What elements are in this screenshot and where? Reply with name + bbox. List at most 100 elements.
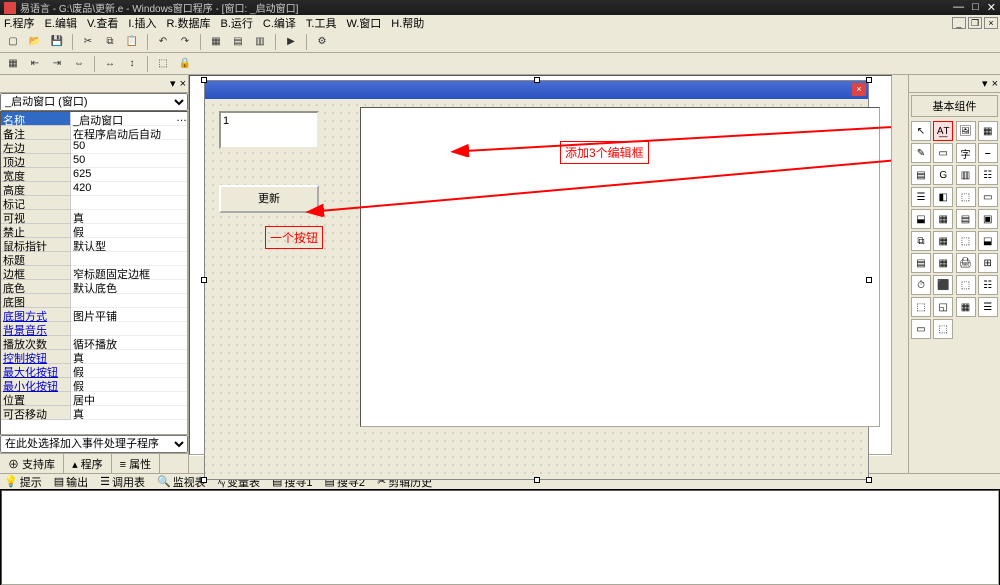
spacing-h-button[interactable]: ↔ xyxy=(101,55,119,73)
btab-hint[interactable]: 💡 提示 xyxy=(4,474,42,490)
palette-item[interactable]: ⬚ xyxy=(956,231,976,251)
palette-item[interactable]: ⬛ xyxy=(933,275,953,295)
palette-item[interactable]: ☰ xyxy=(978,297,998,317)
align-button[interactable]: ▦ xyxy=(4,55,22,73)
palette-item[interactable]: ▭ xyxy=(978,187,998,207)
prop-row[interactable]: 宽度625 xyxy=(1,168,187,182)
align-center-button[interactable]: ⇔ xyxy=(70,55,88,73)
menu-file[interactable]: F.程序 xyxy=(4,15,35,31)
btab-calltable[interactable]: ☰ 调用表 xyxy=(100,474,145,490)
prop-row[interactable]: 底图方式图片平铺 xyxy=(1,308,187,322)
palette-item[interactable]: ▤ xyxy=(956,209,976,229)
run-button[interactable]: ▶ xyxy=(282,33,300,51)
layout-button[interactable]: ▦ xyxy=(207,33,225,51)
btab-output[interactable]: ▤ 输出 xyxy=(54,474,88,490)
palette-item[interactable]: ↖ xyxy=(911,121,931,141)
undo-button[interactable]: ↶ xyxy=(154,33,172,51)
tab-properties[interactable]: ≡ 属性 xyxy=(112,454,160,473)
menu-help[interactable]: H.帮助 xyxy=(391,15,424,31)
tab-program[interactable]: ▴ 程序 xyxy=(64,454,112,473)
prop-row[interactable]: 最小化按钮假 xyxy=(1,378,187,392)
palette-item[interactable]: ⬚ xyxy=(956,275,976,295)
palette-item[interactable]: 字 xyxy=(956,143,976,163)
spacing-v-button[interactable]: ↕ xyxy=(123,55,141,73)
open-button[interactable]: 📂 xyxy=(26,33,44,51)
form-designer[interactable]: × 1 更新 添加3个编辑框 一个按钮 xyxy=(189,75,892,455)
config-button[interactable]: ⚙ xyxy=(313,33,331,51)
palette-item[interactable]: ⊞ xyxy=(978,253,998,273)
palette-item[interactable]: ⎯ xyxy=(978,143,998,163)
palette-item[interactable]: ◱ xyxy=(933,297,953,317)
menu-insert[interactable]: I.插入 xyxy=(128,15,156,31)
align-right-button[interactable]: ⇥ xyxy=(48,55,66,73)
property-grid[interactable]: 名称_启动窗口 …备注在程序启动后自动左边50顶边50宽度625高度420标记可… xyxy=(0,111,188,435)
align-left-button[interactable]: ⇤ xyxy=(26,55,44,73)
prop-row[interactable]: 控制按钮真 xyxy=(1,350,187,364)
menu-tools[interactable]: T.工具 xyxy=(306,15,337,31)
redo-button[interactable]: ↷ xyxy=(176,33,194,51)
size-button[interactable]: ⬚ xyxy=(154,55,172,73)
prop-row[interactable]: 备注在程序启动后自动 xyxy=(1,126,187,140)
panel-close-icon[interactable]: × xyxy=(180,78,186,90)
palette-item[interactable]: G xyxy=(933,165,953,185)
palette-item[interactable]: ▥ xyxy=(956,165,976,185)
menu-view[interactable]: V.查看 xyxy=(87,15,118,31)
prop-row[interactable]: 播放次数循环播放 xyxy=(1,336,187,350)
maximize-button[interactable]: □ xyxy=(972,1,979,14)
mdi-restore[interactable]: ❐ xyxy=(968,17,982,29)
palette-item[interactable]: ⏱ xyxy=(911,275,931,295)
cascade-button[interactable]: ▥ xyxy=(251,33,269,51)
prop-row[interactable]: 顶边50 xyxy=(1,154,187,168)
palette-item[interactable]: ⬓ xyxy=(911,209,931,229)
menu-window[interactable]: W.窗口 xyxy=(346,15,381,31)
tab-support-lib[interactable]: ⊕ 支持库 xyxy=(0,454,64,473)
paste-button[interactable]: 📋 xyxy=(123,33,141,51)
prop-row[interactable]: 可否移动真 xyxy=(1,406,187,420)
palette-item[interactable]: 🖨 xyxy=(956,253,976,273)
palette-item[interactable]: ⬚ xyxy=(933,319,953,339)
output-pane[interactable] xyxy=(1,490,999,585)
palette-item[interactable]: ▦ xyxy=(933,231,953,251)
palette-item[interactable]: ▤ xyxy=(911,253,931,273)
palette-item[interactable]: ⬓ xyxy=(978,231,998,251)
object-selector[interactable]: _启动窗口 (窗口) xyxy=(0,93,188,111)
mdi-close[interactable]: × xyxy=(984,17,998,29)
palette-item[interactable]: ▦ xyxy=(956,297,976,317)
prop-row[interactable]: 底色默认底色 xyxy=(1,280,187,294)
btab-watch[interactable]: 🔍 监视表 xyxy=(157,474,206,490)
prop-row[interactable]: 背景音乐 xyxy=(1,322,187,336)
menu-compile[interactable]: C.编译 xyxy=(263,15,296,31)
prop-row[interactable]: 名称_启动窗口 … xyxy=(1,112,187,126)
mdi-min[interactable]: _ xyxy=(952,17,966,29)
palette-item[interactable]: ⬚ xyxy=(911,297,931,317)
close-button[interactable]: ✕ xyxy=(987,1,996,14)
copy-button[interactable]: ⧉ xyxy=(101,33,119,51)
palette-item[interactable]: ⬚ xyxy=(956,187,976,207)
palette-item[interactable]: ✎ xyxy=(911,143,931,163)
palette-item[interactable]: ☷ xyxy=(978,275,998,295)
cut-button[interactable]: ✂ xyxy=(79,33,97,51)
prop-row[interactable]: 鼠标指针默认型 xyxy=(1,238,187,252)
prop-row[interactable]: 位置居中 xyxy=(1,392,187,406)
palette-item[interactable]: ☰ xyxy=(911,187,931,207)
prop-row[interactable]: 边框窄标题固定边框 xyxy=(1,266,187,280)
menu-database[interactable]: R.数据库 xyxy=(166,15,210,31)
palette-item[interactable]: ☷ xyxy=(978,165,998,185)
palette-item[interactable]: A͟T xyxy=(933,121,953,141)
palette-close-icon[interactable]: × xyxy=(992,78,998,90)
lock-button[interactable]: 🔒 xyxy=(176,55,194,73)
palette-item[interactable]: ⧉ xyxy=(911,231,931,251)
prop-row[interactable]: 禁止假 xyxy=(1,224,187,238)
palette-item[interactable]: ▭ xyxy=(911,319,931,339)
event-selector[interactable]: 在此处选择加入事件处理子程序 xyxy=(0,435,188,453)
menu-edit[interactable]: E.编辑 xyxy=(45,15,77,31)
save-button[interactable]: 💾 xyxy=(48,33,66,51)
palette-item[interactable]: ▣ xyxy=(978,209,998,229)
new-button[interactable]: ▢ xyxy=(4,33,22,51)
palette-item[interactable]: ▭ xyxy=(933,143,953,163)
palette-item[interactable]: ▦ xyxy=(933,253,953,273)
minimize-button[interactable]: — xyxy=(953,1,964,14)
menu-run[interactable]: B.运行 xyxy=(220,15,252,31)
prop-row[interactable]: 左边50 xyxy=(1,140,187,154)
prop-row[interactable]: 最大化按钮假 xyxy=(1,364,187,378)
